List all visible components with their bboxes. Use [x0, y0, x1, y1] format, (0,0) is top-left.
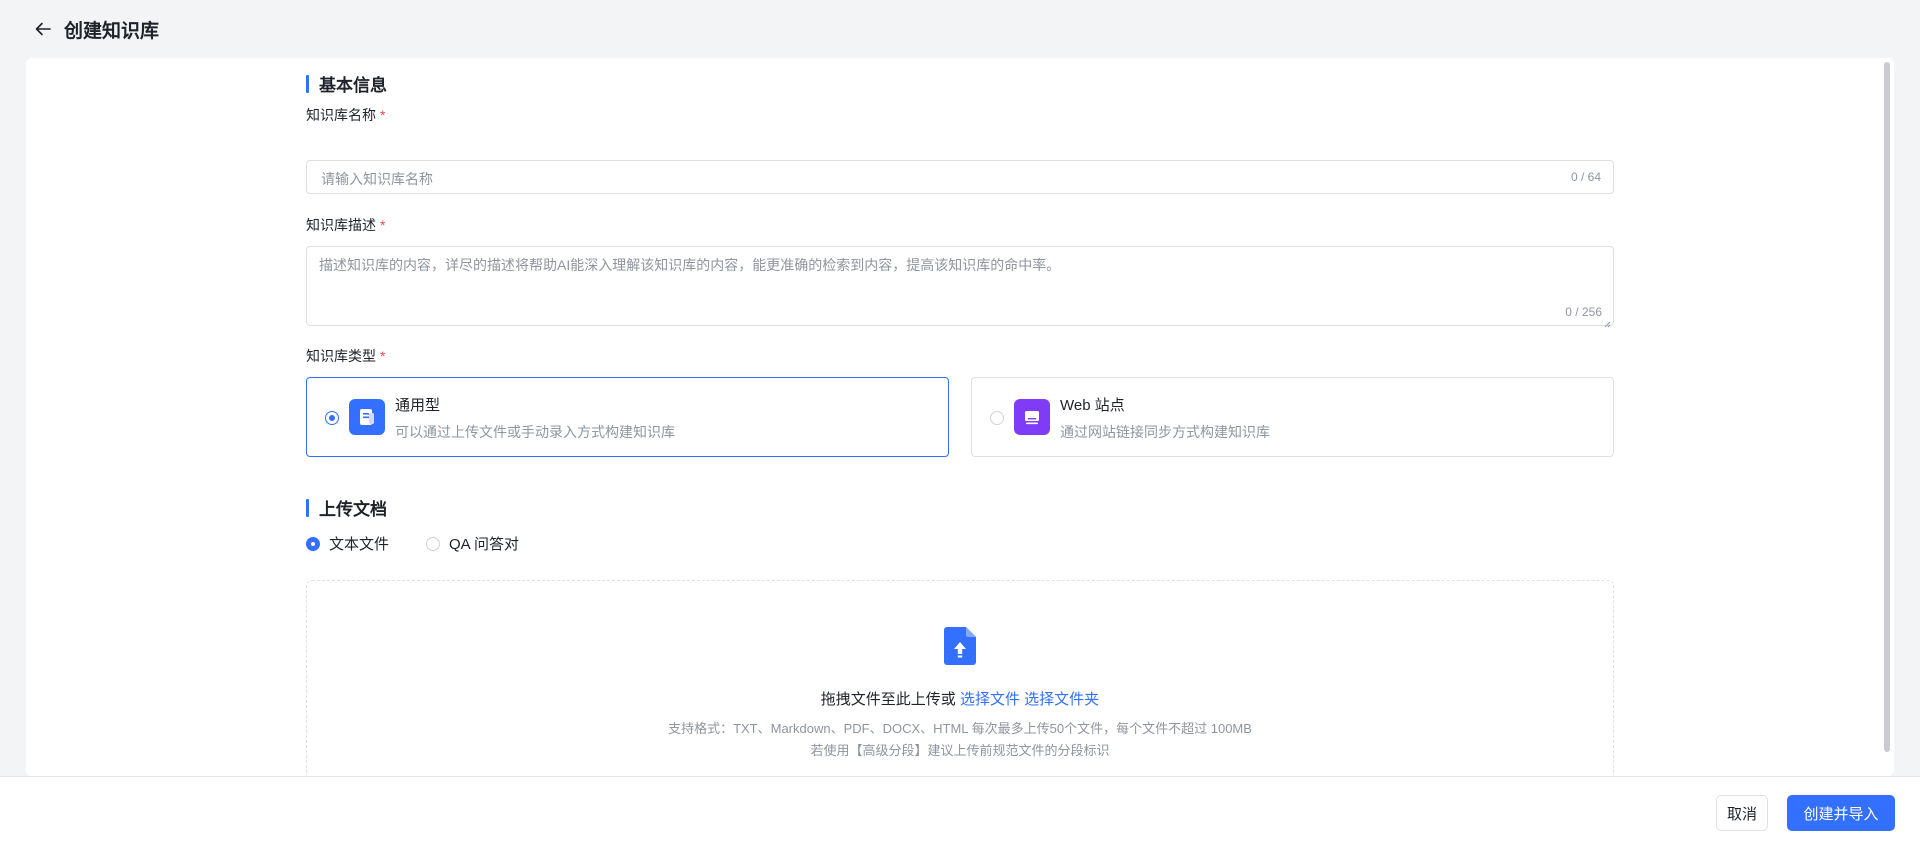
basic-info-section-title: 基本信息 — [306, 71, 387, 96]
text-file-label: 文本文件 — [329, 536, 390, 553]
resize-handle-icon[interactable] — [1603, 315, 1611, 328]
required-mark: * — [380, 217, 386, 233]
name-char-counter: 0 / 64 — [1570, 170, 1601, 184]
upload-section-title: 上传文档 — [306, 495, 387, 520]
choose-folder-link[interactable]: 选择文件夹 — [1024, 691, 1099, 708]
description-label: 知识库描述 * — [306, 215, 385, 235]
description-label-text: 知识库描述 — [306, 217, 376, 233]
type-option-general[interactable]: 通用型 可以通过上传文件或手动录入方式构建知识库 — [306, 377, 949, 457]
page-title: 创建知识库 — [64, 20, 160, 42]
description-placeholder: 描述知识库的内容，详尽的描述将帮助AI能深入理解该知识库的内容，能更准确的检索到… — [319, 257, 1061, 273]
upload-mode-text-file[interactable]: 文本文件 — [306, 533, 389, 554]
choose-file-link[interactable]: 选择文件 — [960, 691, 1020, 708]
dropzone-format-hint: 支持格式：TXT、Markdown、PDF、DOCX、HTML 每次最多上传50… — [668, 721, 1252, 736]
section-accent-bar — [306, 498, 309, 517]
name-label-text: 知识库名称 — [306, 107, 376, 123]
dropzone-instruction: 拖拽文件至此上传或 — [820, 691, 956, 708]
dropzone-main-text: 拖拽文件至此上传或 选择文件 选择文件夹 — [307, 688, 1613, 709]
dropzone-segment-hint: 若使用【高级分段】建议上传前规范文件的分段标识 — [810, 743, 1110, 758]
type-label-text: 知识库类型 — [306, 348, 376, 364]
upload-mode-qa-pairs[interactable]: QA 问答对 — [426, 533, 519, 554]
top-bar: 创建知识库 — [0, 0, 1920, 58]
type-general-description: 可以通过上传文件或手动录入方式构建知识库 — [395, 424, 675, 440]
required-mark: * — [380, 348, 386, 364]
section-title-text: 基本信息 — [319, 76, 387, 95]
back-arrow-icon[interactable] — [32, 18, 54, 40]
file-dropzone[interactable]: 拖拽文件至此上传或 选择文件 选择文件夹 支持格式：TXT、Markdown、P… — [306, 580, 1614, 776]
qa-pairs-label: QA 问答对 — [449, 536, 520, 553]
scrollbar[interactable] — [1884, 62, 1890, 752]
name-label: 知识库名称 * — [306, 105, 385, 125]
type-label: 知识库类型 * — [306, 346, 385, 366]
name-input-placeholder: 请输入知识库名称 — [321, 171, 433, 187]
description-char-counter: 0 / 256 — [1565, 305, 1602, 319]
section-title-text: 上传文档 — [319, 500, 387, 519]
form-card: 基本信息 知识库名称 * 请输入知识库名称 0 / 64 知识库描述 * 描述知识库… — [26, 58, 1894, 776]
file-upload-icon — [944, 627, 976, 670]
type-web-name: Web 站点 — [1060, 397, 1125, 414]
cancel-button[interactable]: 取消 — [1716, 795, 1768, 831]
text-file-radio[interactable] — [306, 536, 320, 551]
type-web-radio[interactable] — [990, 411, 1004, 425]
type-option-web-site[interactable]: Web 站点 通过网站链接同步方式构建知识库 — [971, 377, 1614, 457]
qa-pairs-radio[interactable] — [426, 536, 440, 551]
knowledge-base-description-textarea[interactable]: 描述知识库的内容，详尽的描述将帮助AI能深入理解该知识库的内容，能更准确的检索到… — [306, 246, 1614, 328]
type-general-name: 通用型 — [395, 397, 441, 414]
required-mark: * — [380, 107, 386, 123]
document-icon — [349, 399, 385, 435]
monitor-icon — [1014, 399, 1050, 435]
footer-bar: 取消 创建并导入 — [0, 776, 1920, 847]
type-web-description: 通过网站链接同步方式构建知识库 — [1060, 424, 1270, 440]
create-and-import-button[interactable]: 创建并导入 — [1787, 795, 1895, 831]
knowledge-base-name-input[interactable]: 请输入知识库名称 0 / 64 — [306, 160, 1614, 194]
type-general-radio[interactable] — [325, 411, 339, 425]
section-accent-bar — [306, 74, 309, 93]
